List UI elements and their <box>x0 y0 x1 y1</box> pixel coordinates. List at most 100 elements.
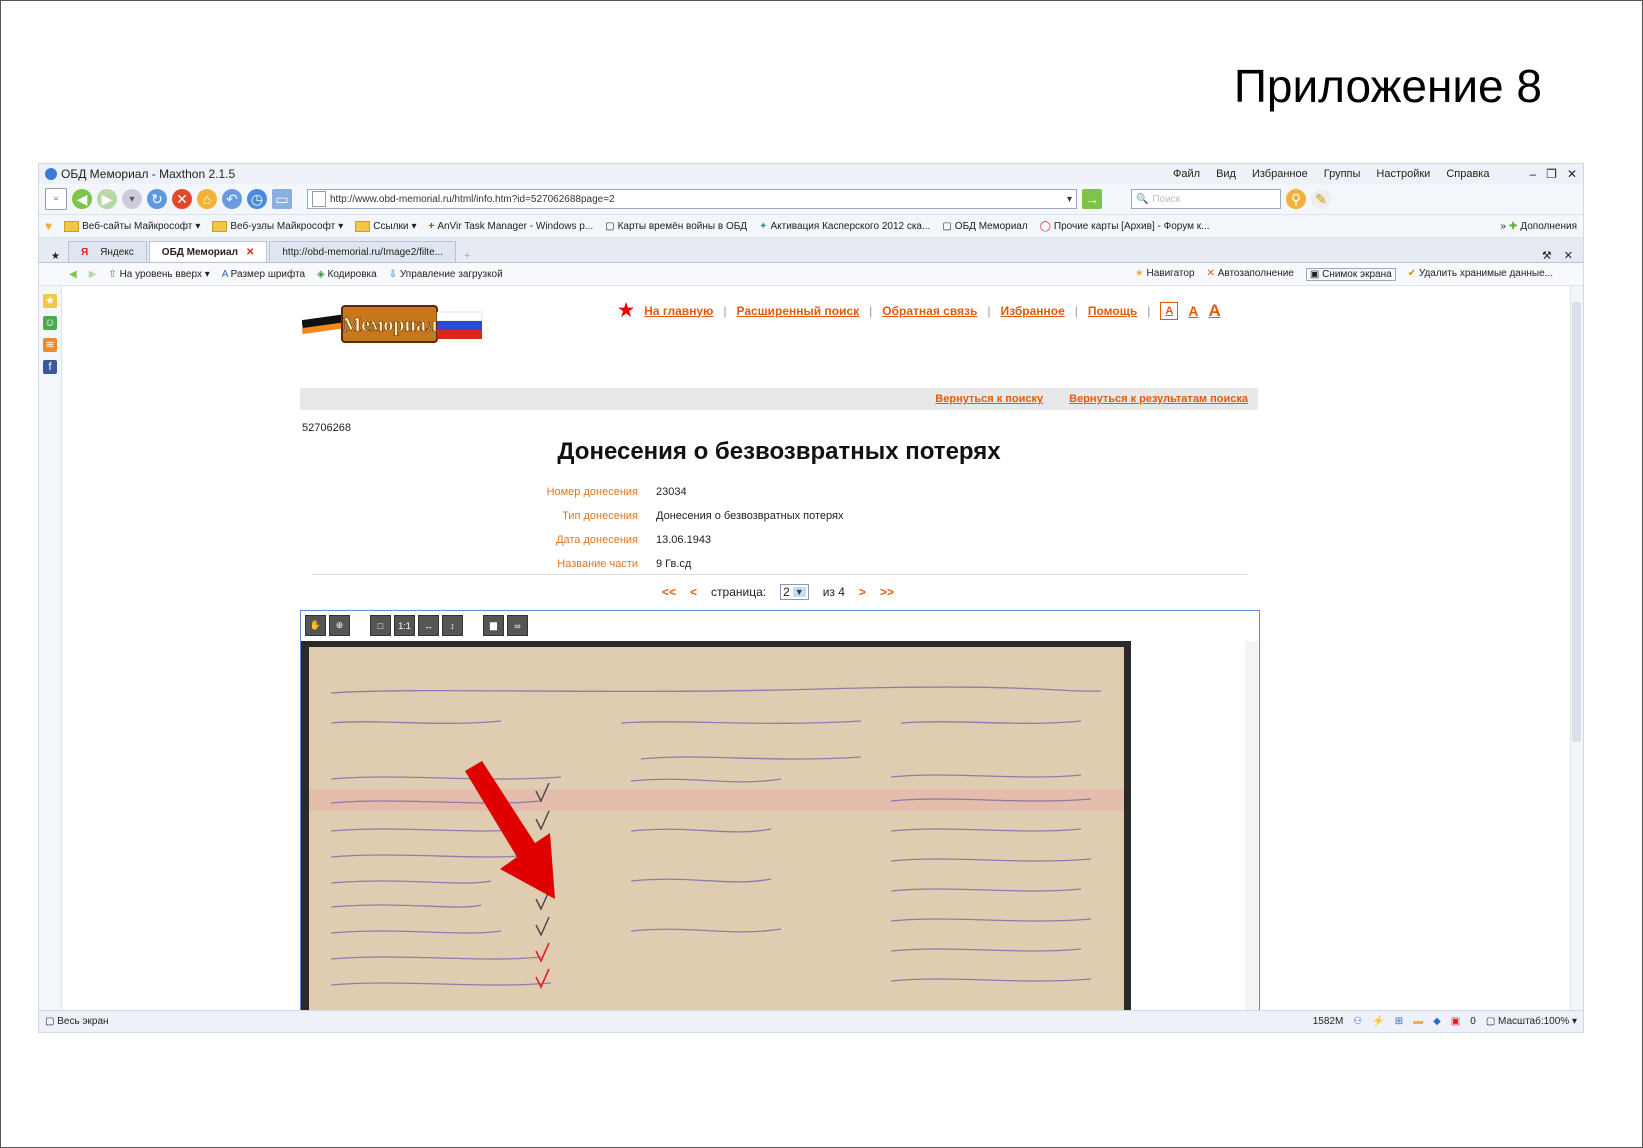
nav-advanced-search-link[interactable]: Расширенный поиск <box>736 304 859 318</box>
back-icon[interactable]: ◀ <box>72 189 92 209</box>
window-icon[interactable]: ▭ <box>272 189 292 209</box>
clear-data-button[interactable]: ✔ Удалить хранимые данные... <box>1408 268 1553 281</box>
font-size-button[interactable]: A Размер шрифта <box>222 269 305 280</box>
address-dropdown-icon[interactable]: ▾ <box>1067 194 1072 205</box>
search-input[interactable]: 🔍 Поиск <box>1131 189 1281 209</box>
next-page-link[interactable]: > <box>859 585 866 599</box>
address-bar[interactable]: http://www.obd-memorial.ru/html/info.htm… <box>307 189 1077 209</box>
search-go-icon[interactable]: ⚲ <box>1286 189 1306 209</box>
minimize-icon[interactable]: – <box>1529 167 1536 181</box>
bookmark-item[interactable]: ✦ Активация Касперского 2012 ска... <box>759 221 930 232</box>
bookmark-item[interactable]: ▢ Карты времён войны в ОБД <box>605 221 747 232</box>
favorites-star-icon[interactable]: ★ <box>43 294 57 308</box>
tab-image[interactable]: http://obd-memorial.ru/Image2/filte... <box>269 241 456 262</box>
prev-page-link[interactable]: < <box>690 585 697 599</box>
close-all-icon[interactable]: ✕ <box>1560 249 1577 262</box>
facebook-icon[interactable]: f <box>43 360 57 374</box>
history-dropdown-icon[interactable]: ▾ <box>122 189 142 209</box>
network-icon[interactable]: ⚇ <box>1353 1016 1362 1027</box>
zoom-control[interactable]: ▢ Масштаб:100% ▾ <box>1486 1016 1577 1027</box>
fit-page-icon[interactable]: □ <box>370 615 391 636</box>
slide-title: Приложение 8 <box>1233 60 1542 112</box>
forward-small-icon[interactable]: ▶ <box>89 269 97 280</box>
encoding-button[interactable]: ◈ Кодировка <box>317 269 377 280</box>
zoom-in-icon[interactable]: ⊕ <box>329 615 350 636</box>
nav-help-link[interactable]: Помощь <box>1088 304 1137 318</box>
link-icon[interactable]: ∞ <box>507 615 528 636</box>
rss-icon[interactable]: ≋ <box>43 338 57 352</box>
menu-view[interactable]: Вид <box>1216 168 1236 180</box>
contacts-icon[interactable]: ☺ <box>43 316 57 330</box>
bookmark-item[interactable]: + AnVir Task Manager - Windows p... <box>428 221 593 232</box>
page-scrollbar[interactable] <box>1570 286 1583 1010</box>
first-page-link[interactable]: << <box>662 585 676 599</box>
viewer-scrollbar[interactable] <box>1245 641 1259 1011</box>
navigator-button[interactable]: ★ Навигатор <box>1135 268 1195 281</box>
download-manager-button[interactable]: ⇩ Управление загрузкой <box>389 269 503 280</box>
new-tab-icon[interactable]: ▫ <box>45 188 67 210</box>
undo-icon[interactable]: ↶ <box>222 189 242 209</box>
clock-icon[interactable]: ◷ <box>247 189 267 209</box>
broom-icon: ✔ <box>1407 267 1417 279</box>
diamond-icon[interactable]: ◆ <box>1433 1016 1441 1027</box>
field-value: 13.06.1943 <box>656 534 712 546</box>
tab-yandex[interactable]: Я Яндекс <box>67 241 147 262</box>
bookmark-item[interactable]: Веб-сайты Майкрософт ▾ <box>64 220 200 232</box>
hand-tool-icon[interactable]: ✋ <box>305 615 326 636</box>
last-page-link[interactable]: >> <box>880 585 894 599</box>
up-level-button[interactable]: ⇧ На уровень вверх ▾ <box>108 269 209 280</box>
save-icon[interactable]: ▆ <box>483 615 504 636</box>
popup-block-icon[interactable]: ▣ <box>1451 1016 1460 1027</box>
scroll-thumb[interactable] <box>1572 302 1581 742</box>
close-tab-icon[interactable]: ✕ <box>246 247 254 258</box>
yandex-icon: Я <box>80 246 89 258</box>
bookmark-item[interactable]: ▢ ОБД Мемориал <box>942 221 1027 232</box>
fit-width-icon[interactable]: ↔ <box>418 615 439 636</box>
close-icon[interactable]: ✕ <box>1567 167 1577 181</box>
nav-home-link[interactable]: На главную <box>644 304 713 318</box>
actual-size-icon[interactable]: 1:1 <box>394 615 415 636</box>
fullscreen-button[interactable]: ▢ Весь экран <box>45 1016 109 1027</box>
refresh-icon[interactable]: ↻ <box>147 189 167 209</box>
field-label: Тип донесения <box>562 510 638 522</box>
nav-separator: | <box>869 303 873 318</box>
menu-bar: Файл Вид Избранное Группы Настройки Спра… <box>1173 168 1489 180</box>
menu-help[interactable]: Справка <box>1446 168 1489 180</box>
menu-favorites[interactable]: Избранное <box>1252 168 1308 180</box>
folder-status-icon[interactable]: ▬ <box>1413 1016 1423 1027</box>
new-tab-button[interactable]: + <box>458 250 476 262</box>
tab-obd-memorial[interactable]: ОБД Мемориал ✕ <box>148 241 268 262</box>
fit-height-icon[interactable]: ↕ <box>442 615 463 636</box>
page-select[interactable]: 2 ▼ <box>780 584 809 600</box>
favorites-heart-icon[interactable]: ♥ <box>45 219 52 233</box>
maximize-icon[interactable]: ❐ <box>1546 167 1557 181</box>
font-size-medium-button[interactable]: A <box>1188 303 1198 319</box>
menu-settings[interactable]: Настройки <box>1376 168 1430 180</box>
screenshot-button[interactable]: ▣ Снимок экрана <box>1305 267 1396 281</box>
addons-button[interactable]: » ✚ Дополнения <box>1500 221 1577 232</box>
nav-favorites-link[interactable]: Избранное <box>1001 304 1065 318</box>
go-icon[interactable]: → <box>1082 189 1102 209</box>
menu-file[interactable]: Файл <box>1173 168 1200 180</box>
font-size-small-button[interactable]: A <box>1160 301 1179 320</box>
tools-icon[interactable]: ⚒ <box>1536 249 1558 262</box>
archive-document-image[interactable] <box>301 641 1131 1011</box>
bookmark-item[interactable]: Веб-узлы Майкрософт ▾ <box>212 220 343 232</box>
tab-menu-icon[interactable]: ★ <box>45 251 66 262</box>
font-size-large-button[interactable]: A <box>1208 301 1220 321</box>
autofill-button[interactable]: ✕ Автозаполнение <box>1207 268 1294 281</box>
memorial-logo[interactable]: Мемориал <box>302 298 487 353</box>
lightning-icon[interactable]: ⚡ <box>1372 1016 1384 1027</box>
bookmark-item[interactable]: Ссылки ▾ <box>355 220 416 232</box>
forward-icon[interactable]: ▶ <box>97 189 117 209</box>
proxy-icon[interactable]: ⊞ <box>1395 1016 1403 1027</box>
back-small-icon[interactable]: ◀ <box>69 269 77 280</box>
back-to-results-link[interactable]: Вернуться к результатам поиска <box>1069 393 1248 405</box>
bookmark-item[interactable]: ◯ Прочие карты [Архив] - Форум к... <box>1040 221 1210 232</box>
stop-icon[interactable]: ✕ <box>172 189 192 209</box>
nav-feedback-link[interactable]: Обратная связь <box>882 304 977 318</box>
highlight-icon[interactable]: ✎ <box>1311 189 1331 209</box>
home-icon[interactable]: ⌂ <box>197 189 217 209</box>
back-to-search-link[interactable]: Вернуться к поиску <box>935 393 1043 405</box>
menu-groups[interactable]: Группы <box>1324 168 1361 180</box>
